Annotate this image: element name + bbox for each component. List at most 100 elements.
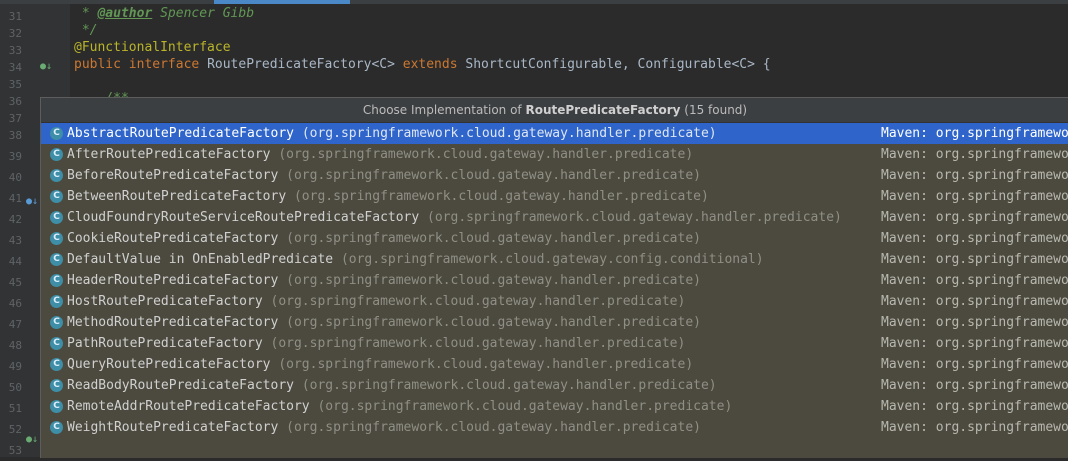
implementation-location: Maven: org.springframewo <box>881 315 1068 330</box>
line-number: 41 <box>8 192 22 205</box>
doc-author-name: Spencer Gibb <box>152 6 255 21</box>
implementation-package: (org.springframework.cloud.gateway.handl… <box>286 168 701 183</box>
line-number: 47 <box>8 318 22 331</box>
line-number: 40 <box>8 171 22 184</box>
interface-name[interactable]: RoutePredicateFactory<C> <box>207 57 395 72</box>
class-icon: C <box>50 295 63 308</box>
line-number: 48 <box>8 339 22 352</box>
popup-title: Choose Implementation of RoutePredicateF… <box>41 98 1068 123</box>
choose-implementation-popup: Choose Implementation of RoutePredicateF… <box>40 97 1068 458</box>
implementation-item[interactable]: C RemoteAddrRoutePredicateFactory (org.s… <box>41 396 1068 417</box>
implementation-location: Maven: org.springframewo <box>881 336 1068 351</box>
implementation-name: CloudFoundryRouteServiceRoutePredicateFa… <box>67 210 420 225</box>
implementation-location: Maven: org.springframewo <box>881 420 1068 435</box>
implementation-package: (org.springframework.cloud.gateway.handl… <box>317 399 733 414</box>
implementation-package: (org.springframework.cloud.gateway.handl… <box>293 189 709 204</box>
implementation-name: PathRoutePredicateFactory <box>67 336 263 351</box>
class-icon: C <box>50 148 63 161</box>
class-icon: C <box>50 358 63 371</box>
implementation-location: Maven: org.springframewo <box>881 273 1068 288</box>
implementation-location: Maven: org.springframewo <box>881 147 1068 162</box>
implementation-name: ReadBodyRoutePredicateFactory <box>67 378 294 393</box>
implementation-name: CookieRoutePredicateFactory <box>67 231 279 246</box>
implementation-location: Maven: org.springframewo <box>881 231 1068 246</box>
active-tab-indicator[interactable] <box>214 0 350 4</box>
class-icon: C <box>50 337 63 350</box>
functional-interface-annotation: @FunctionalInterface <box>74 40 231 55</box>
implementation-name: DefaultValue in OnEnabledPredicate <box>67 252 334 267</box>
line-number: 46 <box>8 297 22 310</box>
implementation-location: Maven: org.springframewo <box>881 399 1068 414</box>
line-number: 49 <box>8 360 22 373</box>
implementation-package: (org.springframework.cloud.gateway.handl… <box>286 315 701 330</box>
class-icon: C <box>50 169 63 182</box>
implementation-item[interactable]: C MethodRoutePredicateFactory (org.sprin… <box>41 312 1068 333</box>
editor-tab-bar <box>0 0 1068 4</box>
implementation-item[interactable]: C HostRoutePredicateFactory (org.springf… <box>41 291 1068 312</box>
implementation-location: Maven: org.springframewo <box>881 378 1068 393</box>
implementation-item[interactable]: C AfterRoutePredicateFactory (org.spring… <box>41 144 1068 165</box>
class-icon: C <box>50 232 63 245</box>
implementation-item[interactable]: C WeightRoutePredicateFactory (org.sprin… <box>41 417 1068 438</box>
implementation-location: Maven: org.springframewo <box>881 357 1068 372</box>
class-icon: C <box>50 400 63 413</box>
implementation-item[interactable]: C PathRoutePredicateFactory (org.springf… <box>41 333 1068 354</box>
implementation-package: (org.springframework.cloud.gateway.handl… <box>278 147 694 162</box>
implementation-location: Maven: org.springframewo <box>881 210 1068 225</box>
line-number: 51 <box>8 402 22 415</box>
inner-class-icon: C <box>50 253 63 266</box>
extends-clause: ShortcutConfigurable, Configurable<C> { <box>465 57 771 72</box>
implementation-name: RemoteAddrRoutePredicateFactory <box>67 399 310 414</box>
implementation-item[interactable]: C CookieRoutePredicateFactory (org.sprin… <box>41 228 1068 249</box>
line-number: 52 <box>8 423 22 436</box>
implementation-gutter-icon[interactable]: ●↓ <box>26 434 38 446</box>
line-number: 45 <box>8 276 22 289</box>
line-number: 43 <box>8 234 22 247</box>
implementation-package: (org.springframework.cloud.gateway.handl… <box>301 378 717 393</box>
popup-title-prefix: Choose Implementation of <box>362 103 526 117</box>
doc-comment-prefix: * <box>74 6 98 21</box>
implementation-name: HeaderRoutePredicateFactory <box>67 273 279 288</box>
implementation-name: BetweenRoutePredicateFactory <box>67 189 287 204</box>
implementation-item[interactable]: C QueryRoutePredicateFactory (org.spring… <box>41 354 1068 375</box>
line-number: 53 <box>8 444 22 457</box>
line-number: 38 <box>8 129 22 142</box>
implementation-name: AbstractRoutePredicateFactory <box>67 126 294 141</box>
implementation-item[interactable]: C HeaderRoutePredicateFactory (org.sprin… <box>41 270 1068 291</box>
popup-title-target: RoutePredicateFactory <box>525 103 681 117</box>
doc-author-tag: @author <box>97 6 153 21</box>
class-icon: C <box>50 274 63 287</box>
keyword-extends: extends <box>402 57 458 72</box>
implementation-name: AfterRoutePredicateFactory <box>67 147 271 162</box>
keyword-public: public <box>74 57 121 72</box>
implementation-item[interactable]: C ReadBodyRoutePredicateFactory (org.spr… <box>41 375 1068 396</box>
implementation-package: (org.springframework.cloud.gateway.confi… <box>340 252 764 267</box>
line-number: 39 <box>8 150 22 163</box>
line-number: 42 <box>8 213 22 226</box>
override-gutter-icon[interactable]: ●↓ <box>26 196 38 208</box>
implementation-item[interactable]: C CloudFoundryRouteServiceRoutePredicate… <box>41 207 1068 228</box>
implementation-item[interactable]: C BeforeRoutePredicateFactory (org.sprin… <box>41 165 1068 186</box>
implementation-gutter-icon[interactable]: ●↓ <box>40 61 52 73</box>
implementation-name: BeforeRoutePredicateFactory <box>67 168 279 183</box>
implementation-location: Maven: org.springframewo <box>881 189 1068 204</box>
implementation-item[interactable]: C BetweenRoutePredicateFactory (org.spri… <box>41 186 1068 207</box>
implementation-package: (org.springframework.cloud.gateway.handl… <box>278 357 694 372</box>
implementation-item[interactable]: C DefaultValue in OnEnabledPredicate (or… <box>41 249 1068 270</box>
implementation-item[interactable]: C AbstractRoutePredicateFactory (org.spr… <box>41 123 1068 144</box>
code-line-31: * @author Spencer Gibb <box>74 5 254 22</box>
line-number: 44 <box>8 255 22 268</box>
implementation-package: (org.springframework.cloud.gateway.handl… <box>286 231 701 246</box>
code-line-34: public interface RoutePredicateFactory<C… <box>74 56 771 73</box>
implementation-package: (org.springframework.cloud.gateway.handl… <box>270 336 686 351</box>
implementation-package: (org.springframework.cloud.gateway.handl… <box>286 420 701 435</box>
popup-title-count: (15 found) <box>680 103 748 117</box>
implementation-package: (org.springframework.cloud.gateway.handl… <box>427 210 842 225</box>
class-icon: C <box>50 190 63 203</box>
implementation-name: MethodRoutePredicateFactory <box>67 315 279 330</box>
implementation-name: QueryRoutePredicateFactory <box>67 357 271 372</box>
implementation-package: (org.springframework.cloud.gateway.handl… <box>301 126 717 141</box>
class-icon: C <box>50 421 63 434</box>
class-icon: C <box>50 127 63 140</box>
code-line-32: */ <box>74 23 98 38</box>
